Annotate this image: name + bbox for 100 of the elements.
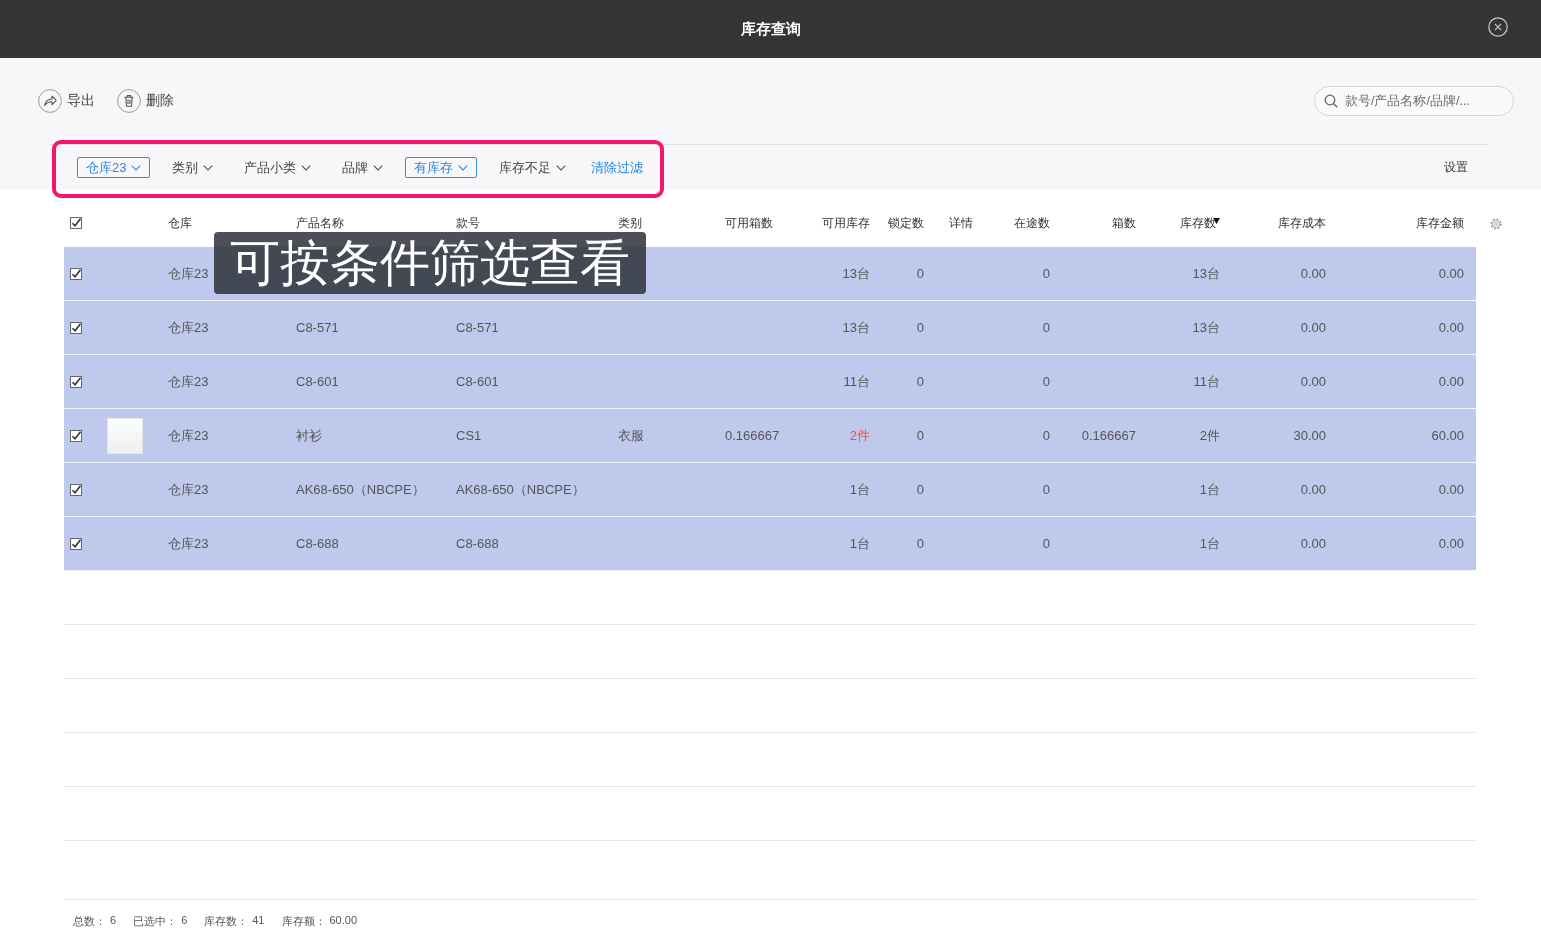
filter-dropdown[interactable]: 类别 <box>163 157 223 178</box>
locked-count: 0 <box>916 428 924 443</box>
warehouse-name: 仓库23 <box>168 372 209 391</box>
stock-count: 1台 <box>1199 534 1220 553</box>
stock-count: 13台 <box>1192 318 1220 337</box>
in-transit-count: 0 <box>1042 428 1050 443</box>
column-header[interactable]: 产品名称 <box>296 215 344 231</box>
select-all-checkbox[interactable] <box>70 217 82 229</box>
filter-dropdown[interactable]: 有库存 <box>405 157 478 178</box>
column-header[interactable]: 款号 <box>456 215 480 231</box>
stock-amount: 0.00 <box>1438 482 1464 497</box>
locked-count: 0 <box>916 482 924 497</box>
available-stock: 1台 <box>849 480 870 499</box>
column-header[interactable]: 箱数 <box>1112 215 1136 231</box>
column-header[interactable]: 库存数 <box>1180 215 1216 231</box>
locked-count: 0 <box>916 536 924 551</box>
style-number: CS1 <box>456 428 482 443</box>
warehouse-name: 仓库23 <box>168 480 209 499</box>
category-name: 衣服 <box>618 426 644 445</box>
delete-button[interactable]: 删除 <box>117 89 174 113</box>
filter-dropdown[interactable]: 仓库23 <box>77 157 151 178</box>
stock-cost: 0.00 <box>1300 482 1326 497</box>
column-header[interactable]: 详情 <box>949 215 973 231</box>
row-checkbox[interactable] <box>70 483 82 496</box>
stock-count: 13台 <box>1192 264 1220 283</box>
summary-value: 41 <box>252 913 265 928</box>
in-transit-count: 0 <box>1042 536 1050 551</box>
table-row[interactable]: 仓库23 C8-688 C8-688 1台 0 0 1台 0.00 0.00 <box>64 517 1476 571</box>
in-transit-count: 0 <box>1042 374 1050 389</box>
warehouse-name: 仓库23 <box>168 426 209 445</box>
row-checkbox[interactable] <box>70 537 82 550</box>
clear-filter-link[interactable]: 清除过滤 <box>588 157 647 178</box>
table-row[interactable]: 仓库23 衬衫 CS1 衣服 0.166667 2件 0 0 0.166667 2件 30.00 60.00 <box>64 409 1476 463</box>
stock-cost: 0.00 <box>1300 320 1326 335</box>
column-header[interactable]: 库存金额 <box>1416 215 1464 231</box>
locked-count: 0 <box>916 374 924 389</box>
stock-cost: 30.00 <box>1293 428 1326 443</box>
column-header[interactable]: 锁定数 <box>888 215 924 231</box>
in-transit-count: 0 <box>1042 482 1050 497</box>
settings-link[interactable]: 设置 <box>1444 159 1468 176</box>
table-row[interactable]: 仓库23 C8-601 C8-601 11台 0 0 11台 0.00 0.00 <box>64 355 1476 409</box>
stock-cost: 0.00 <box>1300 536 1326 551</box>
trash-icon <box>117 89 141 113</box>
row-checkbox[interactable] <box>70 375 82 388</box>
stock-amount: 0.00 <box>1438 266 1464 281</box>
window-title: 库存查询 <box>740 19 801 39</box>
column-header[interactable]: 可用库存 <box>822 215 870 231</box>
table-row[interactable]: 仓库23 C8-571 C8-571 13台 0 0 13台 0.00 0.00 <box>64 301 1476 355</box>
locked-count: 0 <box>916 266 924 281</box>
column-header[interactable]: 类别 <box>618 215 642 231</box>
chevron-down-icon <box>131 164 142 171</box>
search-field[interactable]: 款号/产品名称/品牌/... <box>1314 86 1514 116</box>
column-header[interactable]: 可用箱数 <box>725 215 773 231</box>
stock-amount: 0.00 <box>1438 374 1464 389</box>
stock-amount: 60.00 <box>1431 428 1464 443</box>
summary-value: 60.00 <box>329 913 358 928</box>
style-number: C8-601 <box>456 374 499 389</box>
chevron-down-icon <box>458 164 469 171</box>
chevron-down-icon <box>301 164 312 171</box>
in-transit-count: 0 <box>1042 266 1050 281</box>
available-boxes: 0.166667 <box>725 428 780 443</box>
row-checkbox[interactable] <box>70 321 82 334</box>
box-count: 0.166667 <box>1081 428 1136 443</box>
stock-amount: 0.00 <box>1438 536 1464 551</box>
stock-cost: 0.00 <box>1300 266 1326 281</box>
filter-dropdown[interactable]: 品牌 <box>333 157 393 178</box>
chevron-down-icon <box>373 164 384 171</box>
available-stock: 13台 <box>842 318 870 337</box>
filter-dropdown[interactable]: 库存不足 <box>490 157 576 178</box>
export-button[interactable]: 导出 <box>38 89 95 113</box>
summary-label: 总数： <box>73 913 106 929</box>
summary-label: 库存额： <box>281 913 326 929</box>
available-stock: 11台 <box>843 372 870 391</box>
summary-label: 库存数： <box>204 913 249 929</box>
column-header[interactable]: 库存成本 <box>1278 215 1326 231</box>
stock-amount: 0.00 <box>1438 320 1464 335</box>
style-number: AK68-650（NBCPE） <box>456 480 585 499</box>
product-name: C8-571 <box>296 320 339 335</box>
column-header[interactable]: 在途数 <box>1014 215 1050 231</box>
product-name: C8-688 <box>296 536 339 551</box>
product-name: AK68-650（NBCPE） <box>296 480 425 499</box>
in-transit-count: 0 <box>1042 320 1050 335</box>
stock-count: 2件 <box>1199 426 1220 445</box>
close-button[interactable] <box>1488 17 1508 37</box>
available-stock: 13台 <box>842 264 870 283</box>
summary-value: 6 <box>110 913 117 928</box>
chevron-down-icon <box>556 164 567 171</box>
stock-count: 1台 <box>1199 480 1220 499</box>
settings-icon[interactable] <box>1490 218 1502 230</box>
warehouse-name: 仓库23 <box>168 534 209 553</box>
search-icon <box>1324 94 1338 108</box>
table-row[interactable]: 仓库23 AK68-650（NBCPE） AK68-650（NBCPE） 1台 0 0 1台 0.00 0.00 <box>64 463 1476 517</box>
column-header[interactable]: 仓库 <box>168 215 192 231</box>
product-name: 衬衫 <box>296 426 322 445</box>
locked-count: 0 <box>916 320 924 335</box>
style-number: C8-571 <box>456 320 499 335</box>
filter-dropdown[interactable]: 产品小类 <box>235 157 321 178</box>
row-checkbox[interactable] <box>70 267 82 280</box>
available-stock: 2件 <box>849 426 870 445</box>
row-checkbox[interactable] <box>70 429 82 442</box>
